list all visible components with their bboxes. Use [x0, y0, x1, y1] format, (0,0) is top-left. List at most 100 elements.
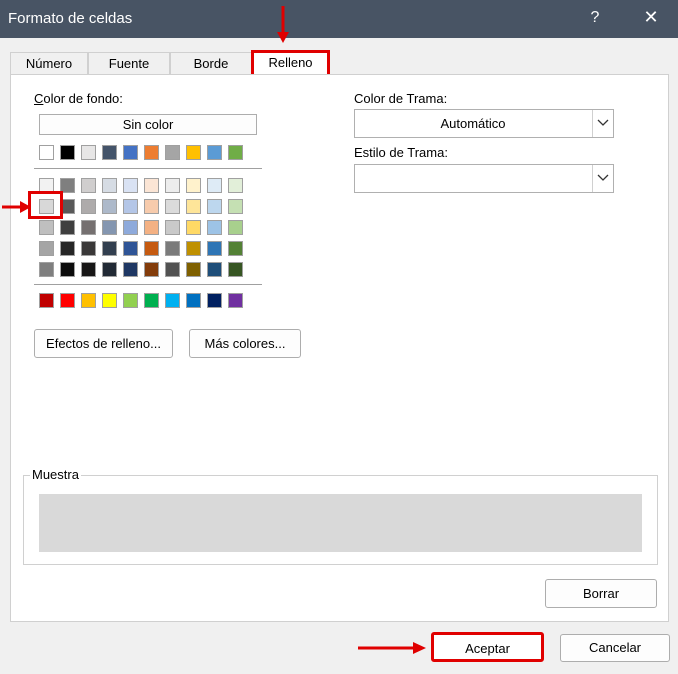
annotation-arrow-right-icon: [358, 642, 426, 654]
theme-color-swatch[interactable]: [228, 145, 243, 160]
chevron-down-icon[interactable]: [592, 110, 613, 137]
palette-divider-bottom: [34, 284, 262, 285]
shade-color-swatch[interactable]: [102, 241, 117, 256]
theme-color-swatch[interactable]: [81, 145, 96, 160]
clear-button[interactable]: Borrar: [545, 579, 657, 608]
standard-color-swatch[interactable]: [207, 293, 222, 308]
shade-color-swatch[interactable]: [165, 262, 180, 277]
shade-color-swatch[interactable]: [144, 199, 159, 214]
fill-panel: Color de fondo: Sin color Efectos de rel…: [10, 74, 669, 622]
standard-color-swatch[interactable]: [102, 293, 117, 308]
fill-effects-button[interactable]: Efectos de relleno...: [34, 329, 173, 358]
shade-color-swatch[interactable]: [102, 262, 117, 277]
theme-color-swatch[interactable]: [165, 145, 180, 160]
standard-color-swatch[interactable]: [228, 293, 243, 308]
standard-color-swatch[interactable]: [123, 293, 138, 308]
theme-color-swatch[interactable]: [186, 145, 201, 160]
annotation-arrow-right-icon: [2, 201, 31, 213]
shade-color-swatch[interactable]: [39, 220, 54, 235]
shade-color-swatch[interactable]: [81, 199, 96, 214]
shade-color-swatch[interactable]: [144, 178, 159, 193]
sample-label: Muestra: [30, 467, 81, 482]
standard-color-swatch[interactable]: [144, 293, 159, 308]
tab-borde[interactable]: Borde: [170, 52, 252, 74]
shade-color-swatch[interactable]: [81, 241, 96, 256]
shade-color-swatch[interactable]: [39, 262, 54, 277]
help-icon[interactable]: ?: [588, 9, 602, 27]
cancel-button[interactable]: Cancelar: [560, 634, 670, 662]
shade-color-swatch[interactable]: [207, 241, 222, 256]
shade-color-swatch[interactable]: [228, 262, 243, 277]
shade-color-swatch[interactable]: [123, 178, 138, 193]
close-icon[interactable]: ✕: [641, 7, 661, 28]
shade-color-swatch[interactable]: [207, 178, 222, 193]
bg-color-label: Color de fondo:: [34, 91, 123, 106]
shade-color-swatch[interactable]: [81, 220, 96, 235]
shade-color-swatch[interactable]: [60, 241, 75, 256]
shade-color-swatch[interactable]: [81, 262, 96, 277]
shade-color-swatch[interactable]: [228, 241, 243, 256]
more-colors-label: Más colores...: [204, 336, 286, 351]
theme-color-swatch[interactable]: [60, 145, 75, 160]
standard-color-swatch[interactable]: [165, 293, 180, 308]
pattern-style-dropdown[interactable]: [354, 164, 614, 193]
more-colors-button[interactable]: Más colores...: [189, 329, 301, 358]
shade-color-swatch[interactable]: [144, 262, 159, 277]
shade-color-swatch[interactable]: [144, 241, 159, 256]
sample-preview: [39, 494, 642, 552]
pattern-style-label: Estilo de Trama:: [354, 145, 448, 160]
shade-color-swatch[interactable]: [186, 199, 201, 214]
ok-button[interactable]: Aceptar: [431, 632, 544, 662]
tab-numero[interactable]: Número: [10, 52, 88, 74]
shade-color-swatch[interactable]: [123, 262, 138, 277]
palette-divider-top: [34, 168, 262, 169]
annotation-arrow-down-icon: [277, 6, 289, 43]
shade-color-swatch[interactable]: [207, 199, 222, 214]
chevron-down-icon[interactable]: [592, 165, 613, 192]
shade-color-swatch[interactable]: [207, 262, 222, 277]
shade-color-swatch[interactable]: [102, 199, 117, 214]
shade-color-swatch[interactable]: [102, 220, 117, 235]
shade-color-swatch[interactable]: [60, 262, 75, 277]
shade-color-swatch[interactable]: [123, 199, 138, 214]
shade-color-swatch[interactable]: [207, 220, 222, 235]
shade-color-swatch[interactable]: [165, 220, 180, 235]
shade-color-swatch[interactable]: [144, 220, 159, 235]
shade-color-swatch[interactable]: [81, 178, 96, 193]
theme-color-swatch[interactable]: [123, 145, 138, 160]
pattern-color-label: Color de Trama:: [354, 91, 448, 106]
pattern-color-value: Automático: [440, 116, 506, 131]
shade-color-swatch[interactable]: [228, 178, 243, 193]
dialog-title: Formato de celdas: [8, 10, 133, 27]
standard-color-swatch[interactable]: [81, 293, 96, 308]
shade-color-swatch[interactable]: [102, 178, 117, 193]
tab-bar: Número Fuente Borde Relleno: [0, 38, 678, 80]
shade-color-swatch[interactable]: [186, 241, 201, 256]
standard-color-swatch[interactable]: [186, 293, 201, 308]
sample-group: Muestra: [23, 467, 658, 565]
shade-color-swatch[interactable]: [228, 220, 243, 235]
no-color-button[interactable]: Sin color: [39, 114, 257, 135]
shade-color-swatch[interactable]: [123, 220, 138, 235]
theme-color-swatch[interactable]: [39, 145, 54, 160]
selected-swatch-highlight: [28, 191, 63, 219]
shade-color-swatch[interactable]: [123, 241, 138, 256]
pattern-color-dropdown[interactable]: Automático: [354, 109, 614, 138]
theme-color-swatch[interactable]: [102, 145, 117, 160]
theme-color-swatch[interactable]: [207, 145, 222, 160]
shade-color-swatch[interactable]: [186, 178, 201, 193]
pattern-style-value: [355, 165, 591, 192]
shade-color-swatch[interactable]: [186, 262, 201, 277]
shade-color-swatch[interactable]: [165, 241, 180, 256]
standard-color-swatch[interactable]: [39, 293, 54, 308]
theme-color-swatch[interactable]: [144, 145, 159, 160]
shade-color-swatch[interactable]: [165, 178, 180, 193]
shade-color-swatch[interactable]: [60, 220, 75, 235]
shade-color-swatch[interactable]: [39, 241, 54, 256]
shade-color-swatch[interactable]: [165, 199, 180, 214]
bg-color-label-text: olor de fondo:: [43, 91, 123, 106]
tab-fuente[interactable]: Fuente: [88, 52, 170, 74]
shade-color-swatch[interactable]: [228, 199, 243, 214]
shade-color-swatch[interactable]: [186, 220, 201, 235]
standard-color-swatch[interactable]: [60, 293, 75, 308]
